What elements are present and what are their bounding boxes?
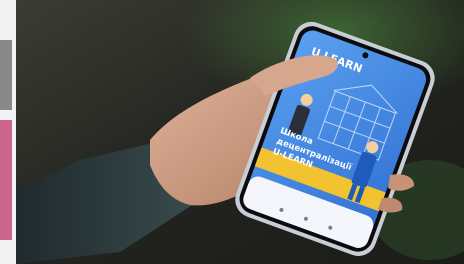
left-strip-accent: [0, 120, 12, 240]
photo-scene: U LEARN Школа децентралізації U-LEARN: [0, 0, 464, 264]
left-strip-dark: [0, 40, 12, 110]
